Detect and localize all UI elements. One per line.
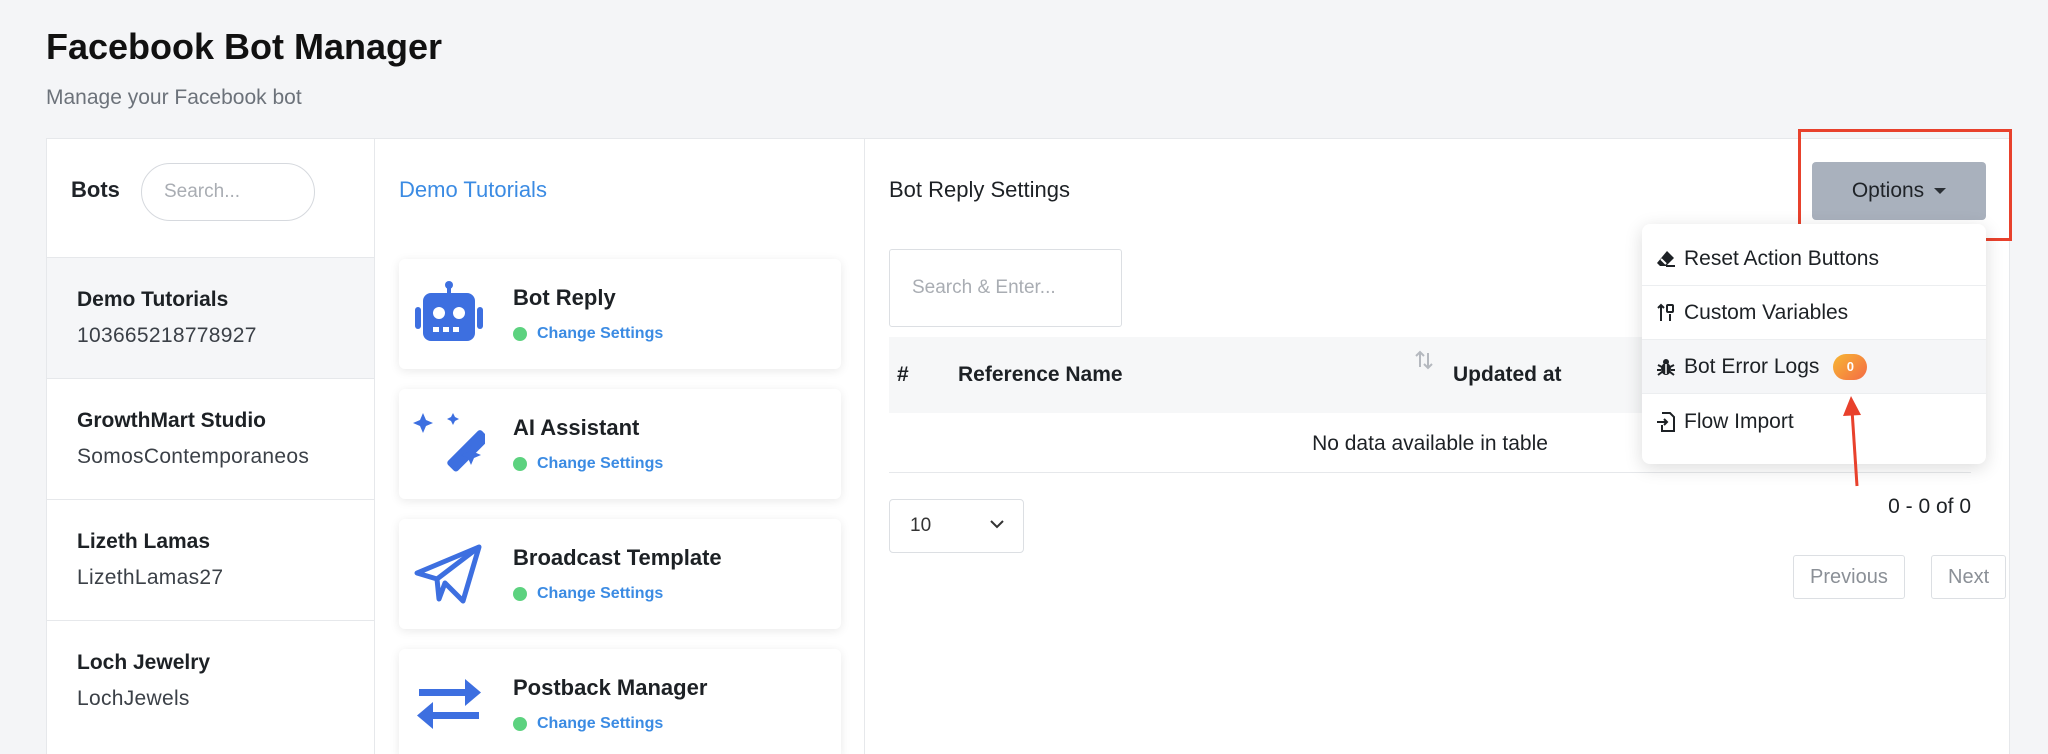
change-settings-link[interactable]: Change Settings (537, 455, 663, 473)
column-header-index[interactable]: # (897, 363, 909, 387)
eraser-icon (1657, 250, 1675, 267)
bots-search-input[interactable] (141, 163, 315, 221)
tool-status: Change Settings (513, 325, 663, 343)
bot-id: LizethLamas27 (77, 566, 224, 589)
page-size-select[interactable]: 10 (889, 499, 1024, 553)
previous-page-button[interactable]: Previous (1793, 555, 1905, 599)
bot-name: Lizeth Lamas (77, 530, 211, 553)
options-dropdown-menu: Reset Action Buttons Custom Variables Bo… (1642, 224, 1986, 464)
status-dot (513, 717, 527, 731)
column-header-updated-at[interactable]: Updated at (1453, 363, 1562, 387)
menu-item-bot-error-logs[interactable]: Bot Error Logs 0 (1642, 340, 1986, 394)
table-search-input[interactable] (889, 249, 1122, 327)
menu-item-label: Reset Action Buttons (1684, 246, 1879, 270)
tool-card-bot-reply[interactable]: Bot Reply Change Settings (399, 259, 841, 369)
change-settings-link[interactable]: Change Settings (537, 585, 663, 603)
menu-item-flow-import[interactable]: Flow Import (1642, 394, 1986, 450)
menu-item-label: Custom Variables (1684, 300, 1849, 324)
column-header-reference-name[interactable]: Reference Name (958, 363, 1123, 387)
section-title: Bot Reply Settings (889, 177, 1070, 202)
bot-id: LochJewels (77, 687, 190, 710)
page-title: Facebook Bot Manager (46, 26, 443, 67)
selected-bot-title[interactable]: Demo Tutorials (399, 177, 547, 203)
bot-id: SomosContemporaneos (77, 445, 310, 468)
options-label: Options (1851, 179, 1925, 202)
tool-status: Change Settings (513, 455, 663, 473)
file-import-icon (1657, 412, 1675, 432)
sort-icon[interactable] (1413, 349, 1435, 371)
menu-item-label: Flow Import (1684, 410, 1794, 433)
error-count-badge: 0 (1833, 353, 1868, 380)
menu-item-reset-action-buttons[interactable]: Reset Action Buttons (1642, 232, 1986, 286)
tools-panel: Demo Tutorials Bot Reply Change Settings… (375, 139, 865, 754)
options-button[interactable]: Options (1812, 162, 1986, 220)
bot-id: 103665218778927 (77, 324, 257, 347)
status-dot (513, 457, 527, 471)
tool-name: Postback Manager (513, 675, 708, 700)
page: Facebook Bot Manager Manage your Faceboo… (0, 0, 2048, 754)
tool-card-postback-manager[interactable]: Postback Manager Change Settings (399, 649, 841, 754)
bots-panel: Bots Demo Tutorials 103665218778927 Grow… (47, 139, 375, 754)
paper-plane-icon (414, 544, 482, 604)
tool-status: Change Settings (513, 585, 663, 603)
sort-variables-icon (1657, 303, 1674, 321)
tool-name: Broadcast Template (513, 545, 722, 570)
status-dot (513, 587, 527, 601)
swap-arrows-icon (417, 679, 481, 729)
tool-card-broadcast-template[interactable]: Broadcast Template Change Settings (399, 519, 841, 629)
bot-list-item[interactable]: Lizeth Lamas LizethLamas27 (47, 499, 374, 620)
caret-down-icon (1934, 188, 1947, 194)
page-size-value: 10 (910, 515, 932, 536)
annotation-arrow-icon (1843, 396, 1861, 487)
menu-item-custom-variables[interactable]: Custom Variables (1642, 286, 1986, 340)
tool-card-ai-assistant[interactable]: AI Assistant Change Settings (399, 389, 841, 499)
tool-name: Bot Reply (513, 285, 616, 310)
chevron-down-icon (990, 520, 1004, 529)
bug-icon (1657, 358, 1675, 376)
next-page-button[interactable]: Next (1931, 555, 2007, 599)
change-settings-link[interactable]: Change Settings (537, 715, 663, 733)
tool-name: AI Assistant (513, 415, 640, 440)
robot-icon (415, 281, 483, 341)
status-dot (513, 327, 527, 341)
bot-list-item[interactable]: Loch Jewelry LochJewels (47, 620, 374, 741)
bot-list: Demo Tutorials 103665218778927 GrowthMar… (47, 257, 374, 741)
bot-list-item[interactable]: GrowthMart Studio SomosContemporaneos (47, 378, 374, 499)
menu-item-label: Bot Error Logs (1684, 354, 1820, 378)
pagination-info: 0 - 0 of 0 (1888, 495, 1971, 518)
magic-wand-icon (413, 413, 485, 472)
bot-name: Demo Tutorials (77, 288, 229, 311)
tool-status: Change Settings (513, 715, 663, 733)
page-subtitle: Manage your Facebook bot (46, 86, 302, 109)
bot-name: GrowthMart Studio (77, 409, 266, 432)
bot-list-item[interactable]: Demo Tutorials 103665218778927 (47, 257, 374, 378)
bot-name: Loch Jewelry (77, 651, 211, 674)
change-settings-link[interactable]: Change Settings (537, 325, 663, 343)
bots-label: Bots (71, 177, 120, 202)
